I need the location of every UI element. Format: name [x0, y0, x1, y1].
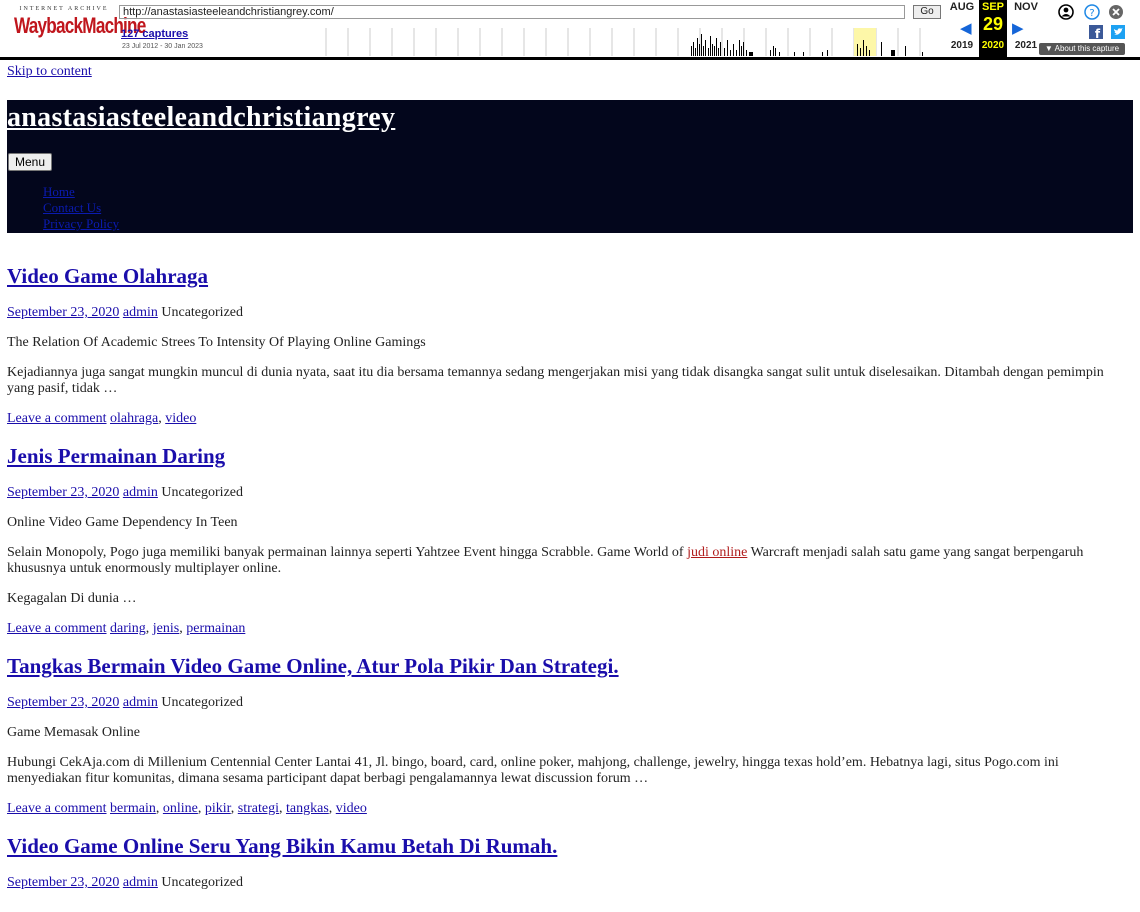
- prev-year-label: 2019: [950, 40, 974, 51]
- post: Tangkas Bermain Video Game Online, Atur …: [7, 654, 1133, 817]
- post-author-link[interactable]: admin: [123, 305, 158, 320]
- excerpt-text: Selain Monopoly, Pogo juga memiliki bany…: [7, 545, 688, 560]
- current-month-label: SEP: [979, 0, 1007, 14]
- tag-separator: ,: [155, 801, 163, 816]
- prev-capture-arrow-icon[interactable]: ◀: [960, 19, 972, 37]
- captures-link[interactable]: 127 captures: [121, 28, 188, 40]
- nav-item-privacy-policy[interactable]: Privacy Policy: [43, 216, 119, 231]
- tag-link[interactable]: online: [163, 801, 198, 816]
- current-month: SEP 29 2020: [979, 0, 1007, 57]
- site-header: anastasiasteeleandchristiangrey Menu Hom…: [7, 100, 1133, 233]
- post-author-link[interactable]: admin: [123, 485, 158, 500]
- tag-separator: ,: [145, 621, 153, 636]
- post-category: Uncategorized: [161, 305, 243, 320]
- url-input[interactable]: http://anastasiasteeleandchristiangrey.c…: [119, 5, 905, 19]
- logo-top-text: INTERNET ARCHIVE: [19, 6, 109, 12]
- post-excerpt: Kejadiannya juga sangat mungkin muncul d…: [7, 365, 1104, 396]
- post-title-link[interactable]: Jenis Permainan Daring: [7, 444, 225, 468]
- post-author-link[interactable]: admin: [123, 695, 158, 710]
- capture-range: 23 Jul 2012 - 30 Jan 2023: [122, 43, 203, 50]
- post-title-link[interactable]: Video Game Online Seru Yang Bikin Kamu B…: [7, 834, 557, 858]
- tag-separator: ,: [279, 801, 286, 816]
- next-year-label: 2021: [1014, 40, 1038, 51]
- post-title-link[interactable]: Tangkas Bermain Video Game Online, Atur …: [7, 654, 619, 678]
- capture-bars: [691, 34, 923, 56]
- leave-comment-link[interactable]: Leave a comment: [7, 621, 107, 636]
- close-icon[interactable]: [1108, 4, 1124, 23]
- year-dividers: [325, 28, 921, 56]
- tag-separator: ,: [230, 801, 238, 816]
- next-month-label: NOV: [1014, 1, 1038, 13]
- post: Video Game Olahraga September 23, 2020 a…: [7, 264, 1133, 427]
- menu-button[interactable]: Menu: [8, 153, 53, 171]
- post-excerpt: Selain Monopoly, Pogo juga memiliki bany…: [7, 545, 1133, 577]
- prev-month[interactable]: AUG 2019: [946, 0, 978, 51]
- capture-sparkline[interactable]: [318, 28, 942, 56]
- post-date-link[interactable]: September 23, 2020: [7, 875, 119, 890]
- caret-down-icon: ▼: [1044, 44, 1053, 53]
- user-icon[interactable]: [1058, 4, 1074, 23]
- nav-item-home[interactable]: Home: [43, 184, 75, 199]
- post-subtitle: The Relation Of Academic Strees To Inten…: [7, 335, 426, 350]
- post-excerpt-extra: Kegagalan Di dunia …: [7, 591, 137, 606]
- svg-text:?: ?: [1089, 8, 1094, 19]
- wayback-logo[interactable]: INTERNET ARCHIVE WaybackMachine: [14, 6, 146, 38]
- about-capture-button[interactable]: ▼ About this capture: [1039, 43, 1125, 55]
- leave-comment-link[interactable]: Leave a comment: [7, 411, 107, 426]
- post-subtitle: Game Memasak Online: [7, 725, 140, 740]
- post-excerpt: Hubungi CekAja.com di Millenium Centenni…: [7, 755, 1059, 786]
- logo-main-text: WaybackMachine: [14, 13, 146, 38]
- post-date-link[interactable]: September 23, 2020: [7, 485, 119, 500]
- nav-item-contact-us[interactable]: Contact Us: [43, 200, 101, 215]
- skip-to-content-link[interactable]: Skip to content: [7, 64, 92, 80]
- post-category: Uncategorized: [161, 875, 243, 890]
- calendar-nav: AUG 2019 ◀ SEP 29 2020 ▶ NOV 2021: [946, 0, 1038, 57]
- next-capture-arrow-icon[interactable]: ▶: [1012, 19, 1024, 37]
- tag-link[interactable]: permainan: [186, 621, 245, 636]
- current-year-label: 2020: [981, 40, 1005, 51]
- tag-link[interactable]: bermain: [110, 801, 156, 816]
- post-category: Uncategorized: [161, 485, 243, 500]
- tag-link[interactable]: daring: [110, 621, 146, 636]
- svg-text:f: f: [1095, 27, 1101, 39]
- tag-link[interactable]: video: [165, 411, 196, 426]
- tag-link[interactable]: olahraga: [110, 411, 158, 426]
- tag-link[interactable]: tangkas: [286, 801, 329, 816]
- help-icon[interactable]: ?: [1084, 4, 1100, 23]
- tag-separator: ,: [328, 801, 336, 816]
- tag-link[interactable]: video: [336, 801, 367, 816]
- tag-link[interactable]: jenis: [153, 621, 179, 636]
- post-author-link[interactable]: admin: [123, 875, 158, 890]
- tag-link[interactable]: pikir: [205, 801, 231, 816]
- post: Jenis Permainan Daring September 23, 202…: [7, 444, 1133, 637]
- current-day: 29: [979, 14, 1007, 34]
- twitter-icon[interactable]: [1111, 25, 1125, 42]
- post-subtitle: Online Video Game Dependency In Teen: [7, 515, 238, 530]
- judi-online-link[interactable]: judi online: [687, 545, 747, 560]
- prev-month-label: AUG: [949, 1, 975, 13]
- go-button[interactable]: Go: [913, 5, 941, 19]
- next-month[interactable]: NOV 2021: [1010, 0, 1042, 51]
- tag-link[interactable]: strategi: [238, 801, 279, 816]
- primary-nav: Home Contact Us Privacy Policy: [43, 184, 119, 232]
- post-date-link[interactable]: September 23, 2020: [7, 695, 119, 710]
- about-capture-label: About this capture: [1054, 44, 1120, 53]
- site-title[interactable]: anastasiasteeleandchristiangrey: [7, 102, 395, 134]
- leave-comment-link[interactable]: Leave a comment: [7, 801, 107, 816]
- tag-separator: ,: [197, 801, 205, 816]
- post-title-link[interactable]: Video Game Olahraga: [7, 264, 208, 288]
- post-date-link[interactable]: September 23, 2020: [7, 305, 119, 320]
- facebook-icon[interactable]: f: [1089, 25, 1103, 42]
- wayback-toolbar: INTERNET ARCHIVE WaybackMachine http://a…: [0, 0, 1140, 60]
- post: Video Game Online Seru Yang Bikin Kamu B…: [7, 834, 1133, 891]
- post-category: Uncategorized: [161, 695, 243, 710]
- post-list: Video Game Olahraga September 23, 2020 a…: [7, 264, 1133, 891]
